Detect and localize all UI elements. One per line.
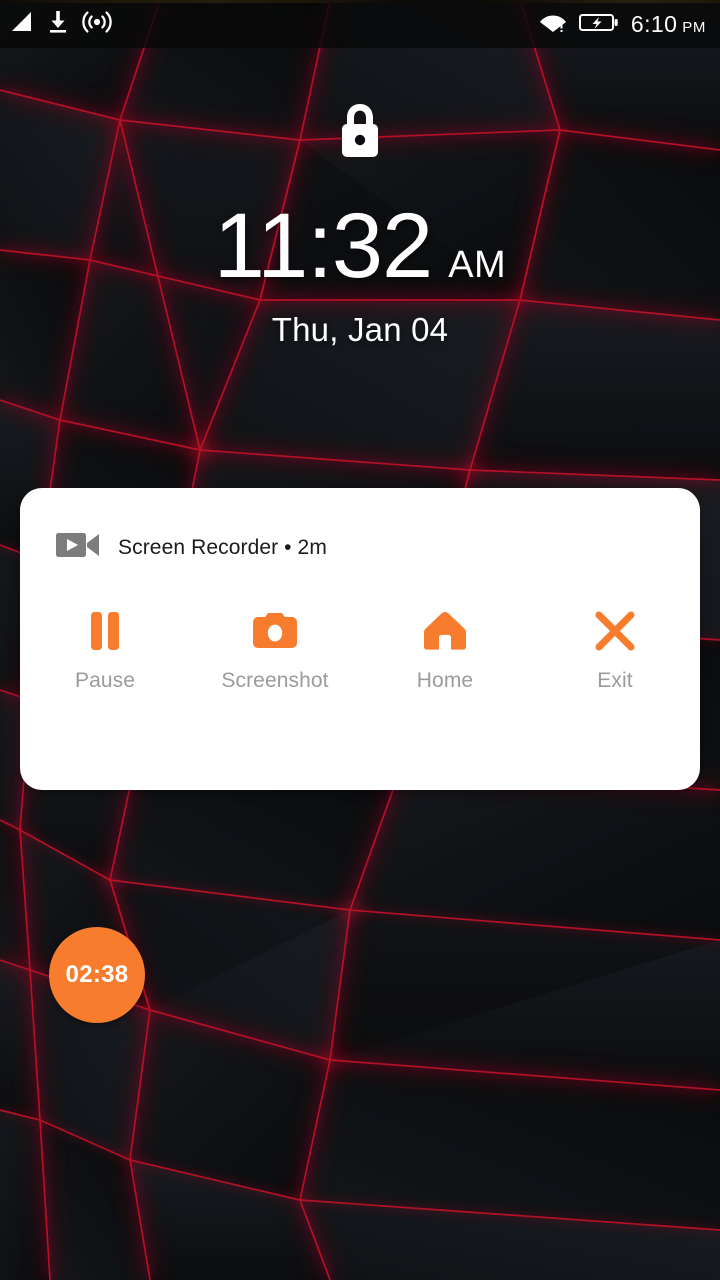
clock-row: 11:32 AM — [0, 198, 720, 295]
home-label: Home — [416, 669, 474, 692]
screen-recorder-notification[interactable]: Screen Recorder • 2m Pause Screenshot Ho… — [20, 488, 700, 790]
notification-header: Screen Recorder • 2m — [20, 488, 700, 565]
home-button[interactable]: Home — [360, 609, 530, 693]
wifi-icon — [539, 11, 567, 38]
clock-ampm: AM — [448, 244, 507, 286]
notification-action-row: Pause Screenshot Home Exit — [20, 565, 700, 693]
status-bar-right-icons: 6:10 PM — [539, 11, 706, 38]
lock-icon — [0, 102, 720, 165]
exit-label: Exit — [597, 669, 633, 692]
status-bar-clock: 6:10 PM — [631, 11, 706, 38]
close-x-icon — [593, 609, 637, 653]
pause-icon — [88, 609, 122, 653]
screenshot-label: Screenshot — [221, 669, 329, 692]
hotspot-icon — [82, 10, 112, 39]
status-bar-time: 6:10 — [630, 10, 678, 37]
lock-screen: 6:10 PM 11:32 AM Thu, Jan 04 Screen Reco… — [0, 0, 720, 1280]
lockscreen-clock: 11:32 AM Thu, Jan 04 — [0, 198, 720, 349]
video-camera-icon — [56, 530, 100, 565]
pause-label: Pause — [74, 669, 136, 692]
status-bar-ampm: PM — [682, 18, 706, 36]
recording-elapsed-time: 02:38 — [65, 961, 129, 988]
status-bar-left-icons — [10, 10, 112, 39]
screenshot-button[interactable]: Screenshot — [190, 609, 360, 693]
battery-charging-icon — [578, 11, 619, 38]
notification-title: Screen Recorder • 2m — [118, 535, 327, 559]
clock-time: 11:32 — [213, 195, 433, 297]
exit-button[interactable]: Exit — [530, 609, 700, 693]
home-icon — [422, 609, 468, 653]
camera-icon — [251, 609, 299, 653]
signal-icon — [10, 11, 34, 38]
download-icon — [47, 10, 69, 39]
pause-button[interactable]: Pause — [20, 609, 190, 693]
clock-date: Thu, Jan 04 — [271, 310, 449, 348]
recording-timer-bubble[interactable]: 02:38 — [49, 927, 145, 1023]
status-bar: 6:10 PM — [0, 0, 720, 48]
